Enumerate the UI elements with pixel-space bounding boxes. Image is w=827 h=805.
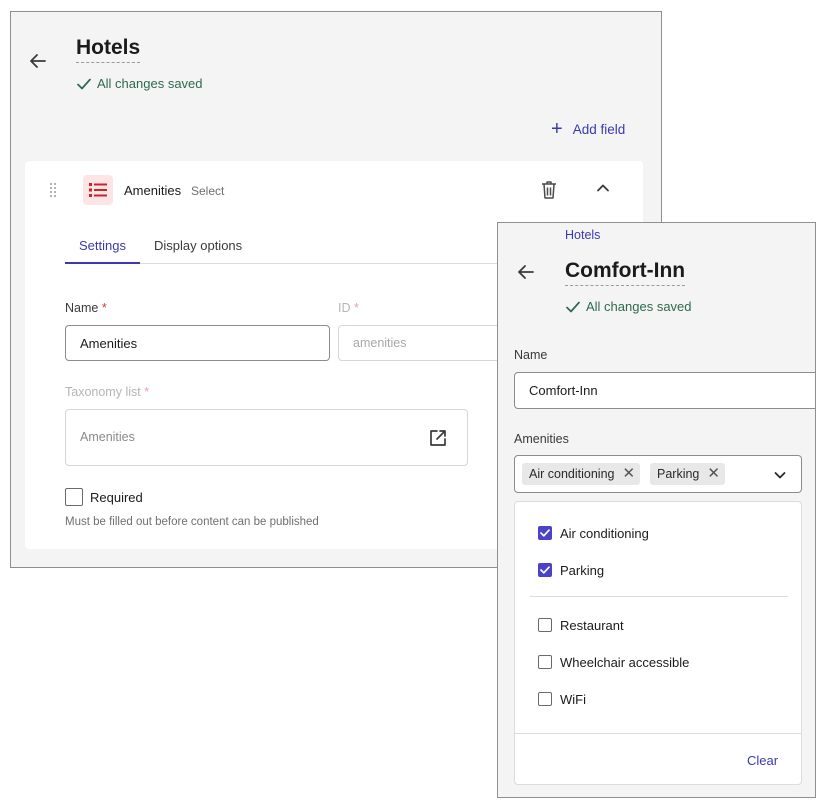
back-arrow-icon[interactable] [515,261,537,283]
add-field-label: Add field [572,121,626,137]
amenities-multiselect[interactable]: Air conditioning ✕ Parking ✕ [514,455,802,493]
chip-label: Parking [657,467,700,481]
delete-field-icon[interactable] [539,179,559,201]
field-type-badge [83,175,113,205]
check-icon [566,301,580,312]
option-label: Air conditioning [560,525,649,541]
option-label: Restaurant [560,617,624,633]
field-name: Amenities [124,183,182,198]
field-type: Select [191,184,225,198]
option-wheelchair-accessible[interactable]: Wheelchair accessible [538,653,689,671]
entry-name-input[interactable]: Comfort-Inn [514,372,815,409]
taxonomy-label-text: Taxonomy list [65,385,141,399]
save-status: All changes saved [77,76,203,91]
option-label: Wheelchair accessible [560,654,690,670]
checkbox-checked[interactable] [538,563,552,577]
required-asterisk: * [101,301,107,315]
save-status-text: All changes saved [586,299,692,314]
option-air-conditioning[interactable]: Air conditioning [538,524,649,542]
taxonomy-label: Taxonomy list * [65,385,149,399]
amenities-label: Amenities [514,432,569,446]
option-restaurant[interactable]: Restaurant [538,616,624,634]
external-link-icon[interactable] [428,428,448,448]
entry-editor-window: Hotels Comfort-Inn All changes saved Nam… [497,222,816,798]
taxonomy-list-field: Amenities [65,409,468,466]
checkbox-unchecked[interactable] [538,692,552,706]
tab-settings[interactable]: Settings [65,238,140,264]
dropdown-footer-divider [515,733,801,734]
plus-icon: + [551,118,563,140]
option-label: Parking [560,562,605,578]
chip-air-conditioning: Air conditioning ✕ [522,463,641,485]
option-parking[interactable]: Parking [538,561,604,579]
required-help-text: Must be filled out before content can be… [65,516,319,528]
remove-chip-icon[interactable]: ✕ [707,466,720,481]
name-input[interactable]: Amenities [65,325,330,361]
required-asterisk: * [144,385,150,399]
option-label: WiFi [560,691,586,707]
check-icon [540,566,550,574]
required-asterisk: * [353,301,359,315]
required-label: Required [90,490,143,505]
add-field-button[interactable]: + Add field [551,118,626,140]
name-label: Name * [65,301,107,315]
name-label-text: Name [65,301,99,315]
chip-parking: Parking ✕ [650,463,725,485]
check-icon [540,529,550,537]
amenities-dropdown: Air conditioning Parking Restaurant Whee… [514,501,802,785]
save-status-text: All changes saved [97,76,203,91]
checkbox-checked[interactable] [538,526,552,540]
options-divider [530,596,788,597]
required-checkbox[interactable] [65,488,83,506]
list-icon [89,183,107,197]
save-status: All changes saved [566,299,692,314]
remove-chip-icon[interactable]: ✕ [622,466,635,481]
taxonomy-value: Amenities [80,430,135,444]
tab-display-options[interactable]: Display options [154,238,242,253]
chevron-down-icon[interactable] [773,468,787,482]
entry-title: Comfort-Inn [565,259,686,286]
checkbox-unchecked[interactable] [538,655,552,669]
checkbox-unchecked[interactable] [538,618,552,632]
drag-handle-icon[interactable] [49,182,57,198]
option-wifi[interactable]: WiFi [538,690,586,708]
breadcrumb[interactable]: Hotels [565,228,600,242]
back-arrow-icon[interactable] [27,50,49,72]
clear-button[interactable]: Clear [747,753,778,768]
check-icon [77,78,91,89]
chip-label: Air conditioning [529,467,615,481]
id-label-text: ID [338,301,351,315]
page-title: Hotels [76,36,141,63]
chevron-up-icon[interactable] [595,180,611,196]
id-label: ID * [338,301,359,315]
entry-name-label: Name [514,348,548,362]
